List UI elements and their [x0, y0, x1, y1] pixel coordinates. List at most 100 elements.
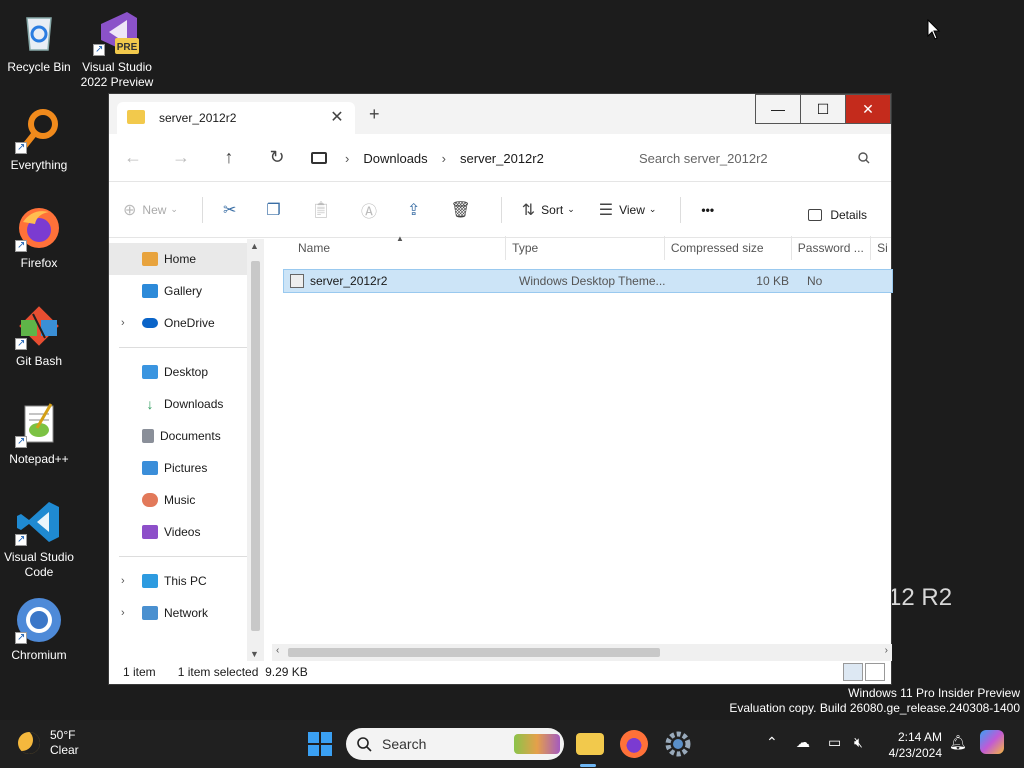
- title-bar[interactable]: server_2012r2 ✕ + — ☐ ✕: [109, 94, 891, 134]
- chevron-right-icon[interactable]: ›: [121, 575, 125, 587]
- trash-icon: 🗑︎: [450, 201, 471, 219]
- desktop-icon-vscode[interactable]: Visual Studio Code: [1, 498, 77, 580]
- column-header-password[interactable]: Password ...: [792, 236, 872, 260]
- onedrive-offline-icon[interactable]: ☁︎: [796, 734, 810, 751]
- new-tab-button[interactable]: +: [369, 104, 380, 125]
- clock-time: 2:14 AM: [897, 730, 942, 744]
- breadcrumb-downloads[interactable]: Downloads: [363, 151, 427, 166]
- sort-ascending-icon: ▲: [396, 234, 404, 243]
- desktop-icon-chromium[interactable]: Chromium: [1, 596, 77, 663]
- minimize-button[interactable]: —: [755, 94, 801, 124]
- weather-temperature: 50°F: [50, 728, 76, 742]
- horizontal-scrollbar[interactable]: ‹ ›: [272, 644, 892, 661]
- sidebar-item-home[interactable]: Home: [109, 243, 263, 275]
- copilot-icon[interactable]: [980, 730, 1004, 754]
- details-pane-button[interactable]: Details: [808, 208, 867, 222]
- taskbar-firefox[interactable]: [620, 730, 648, 758]
- mouse-cursor-icon: [927, 19, 941, 40]
- scroll-up-icon[interactable]: ▲: [250, 241, 259, 251]
- file-name: server_2012r2: [310, 274, 388, 288]
- column-header-size[interactable]: Si: [871, 236, 891, 260]
- start-button[interactable]: [308, 732, 332, 756]
- breadcrumb-current[interactable]: server_2012r2: [460, 151, 544, 166]
- desktop-icon-visual-studio[interactable]: PRE Visual Studio 2022 Preview: [79, 8, 155, 90]
- paste-button[interactable]: 📋︎: [311, 200, 337, 220]
- chevron-right-icon[interactable]: ›: [442, 151, 446, 166]
- back-arrow-icon[interactable]: ←: [109, 147, 157, 168]
- table-row[interactable]: server_2012r2 Windows Desktop Theme... 1…: [283, 269, 893, 293]
- shortcut-arrow-icon: [15, 434, 27, 449]
- this-pc-icon: [142, 574, 158, 588]
- sidebar-item-label: Music: [164, 493, 196, 507]
- windows-watermark: Windows 11 Pro Insider Preview Evaluatio…: [729, 686, 1020, 716]
- scrollbar-thumb[interactable]: [251, 261, 260, 631]
- gear-icon: [665, 731, 691, 757]
- explorer-tab[interactable]: server_2012r2 ✕: [117, 102, 355, 134]
- forward-arrow-icon[interactable]: →: [157, 147, 205, 168]
- copy-button[interactable]: ❐: [266, 200, 286, 220]
- view-button[interactable]: ☰ View ⌄: [599, 200, 657, 220]
- rename-button[interactable]: Ⓐ: [361, 198, 383, 222]
- column-header-name[interactable]: Name: [264, 236, 507, 260]
- sidebar-item-documents[interactable]: Documents 📌︎: [109, 420, 263, 452]
- clock[interactable]: 2:14 AM 4/23/2024: [880, 729, 942, 761]
- desktop-icon-label: Everything: [10, 158, 68, 172]
- more-options-button[interactable]: •••: [701, 203, 714, 217]
- desktop-icon-git-bash[interactable]: Git Bash: [1, 302, 77, 369]
- sidebar-item-music[interactable]: Music 📌︎: [109, 484, 263, 516]
- scroll-right-icon[interactable]: ›: [885, 645, 888, 656]
- new-button[interactable]: ⊕ New ⌄: [123, 200, 178, 220]
- sidebar-item-network[interactable]: › Network: [109, 597, 263, 629]
- chevron-right-icon[interactable]: ›: [345, 151, 349, 166]
- search-highlight-icon: [514, 734, 560, 754]
- maximize-button[interactable]: ☐: [800, 94, 846, 124]
- tiles-view-icon[interactable]: [865, 663, 885, 681]
- this-pc-icon[interactable]: [311, 152, 327, 164]
- volume-muted-icon[interactable]: 🔇︎: [854, 734, 863, 751]
- details-view-icon[interactable]: [843, 663, 863, 681]
- sidebar-item-desktop[interactable]: Desktop 📌︎: [109, 356, 263, 388]
- weather-widget[interactable]: 50°F Clear: [18, 728, 79, 758]
- cut-button[interactable]: ✂: [223, 200, 242, 220]
- desktop-icon-notepadpp[interactable]: Notepad++: [1, 400, 77, 467]
- sort-button[interactable]: ⇅ Sort ⌄: [522, 200, 575, 220]
- desktop-icon-firefox[interactable]: Firefox: [1, 204, 77, 271]
- sidebar-item-this-pc[interactable]: › This PC: [109, 565, 263, 597]
- up-arrow-icon[interactable]: ↑: [205, 147, 253, 168]
- sidebar-item-onedrive[interactable]: › OneDrive: [109, 307, 263, 339]
- show-hidden-icons[interactable]: ⌃: [766, 734, 778, 751]
- scroll-down-icon[interactable]: ▼: [250, 649, 259, 659]
- search-box[interactable]: Search server_2012r2: [629, 146, 885, 170]
- scrollbar-thumb[interactable]: [288, 648, 660, 657]
- network-icon[interactable]: ▭: [828, 734, 841, 751]
- column-header-type[interactable]: Type: [506, 236, 665, 260]
- search-input[interactable]: Search server_2012r2: [639, 151, 857, 166]
- close-button[interactable]: ✕: [845, 94, 891, 124]
- pictures-icon: [142, 461, 158, 475]
- address-bar: ← → ↑ ↻ › Downloads › server_2012r2 Sear…: [109, 134, 891, 182]
- toolbar-divider: [500, 196, 502, 223]
- sidebar-item-pictures[interactable]: Pictures 📌︎: [109, 452, 263, 484]
- paste-icon: 📋︎: [310, 201, 332, 219]
- refresh-icon[interactable]: ↻: [253, 147, 301, 168]
- column-header-compressed-size[interactable]: Compressed size: [665, 236, 792, 260]
- taskbar-settings[interactable]: [664, 730, 692, 758]
- breadcrumb[interactable]: › Downloads › server_2012r2: [311, 146, 558, 170]
- chevron-right-icon[interactable]: ›: [121, 607, 125, 619]
- nav-scrollbar[interactable]: ▲ ▼: [247, 239, 264, 661]
- desktop-icon-recycle-bin[interactable]: Recycle Bin: [1, 8, 77, 75]
- taskbar-search[interactable]: Search: [346, 728, 564, 760]
- taskbar-file-explorer[interactable]: [576, 733, 604, 755]
- weather-condition: Clear: [50, 743, 79, 757]
- notification-bell-icon[interactable]: 🔔︎: [949, 734, 967, 751]
- chevron-right-icon[interactable]: ›: [121, 317, 125, 329]
- delete-button[interactable]: 🗑︎: [450, 200, 476, 220]
- videos-icon: [142, 525, 158, 539]
- scroll-left-icon[interactable]: ‹: [276, 645, 279, 656]
- sidebar-item-gallery[interactable]: Gallery: [109, 275, 263, 307]
- sidebar-item-videos[interactable]: Videos 📌︎: [109, 516, 263, 548]
- share-button[interactable]: ⇪: [407, 200, 426, 220]
- desktop-icon-everything[interactable]: Everything: [1, 106, 77, 173]
- tab-close-icon[interactable]: ✕: [327, 107, 347, 127]
- sidebar-item-downloads[interactable]: ↓ Downloads 📌︎: [109, 388, 263, 420]
